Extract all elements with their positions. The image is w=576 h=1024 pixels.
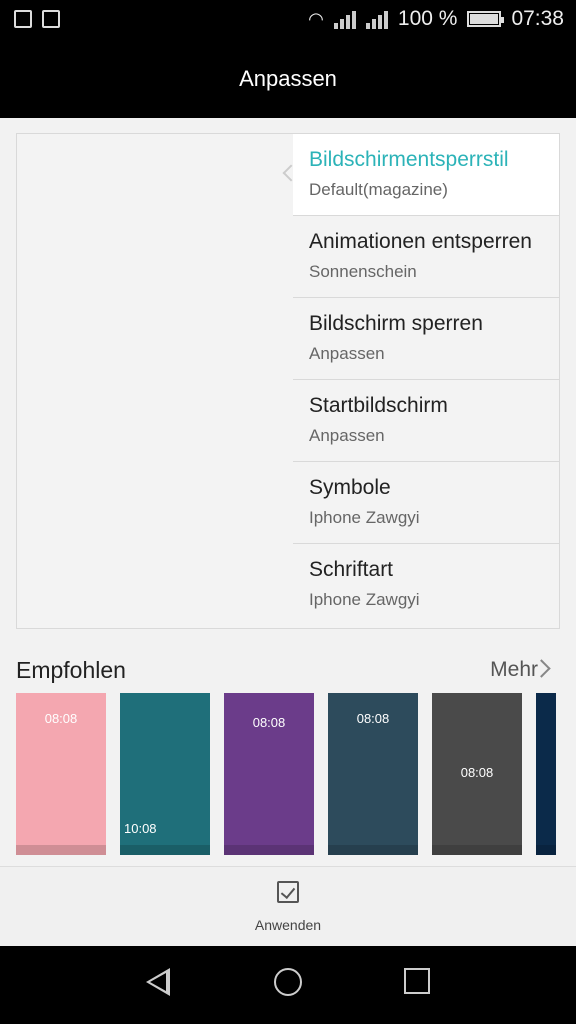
thumbnail-bar bbox=[224, 845, 314, 855]
menu-item-font[interactable]: Schriftart Iphone Zawgyi bbox=[293, 544, 559, 626]
menu-item-title: Schriftart bbox=[309, 558, 394, 581]
recents-icon[interactable] bbox=[404, 968, 430, 994]
menu-item-value: Anpassen bbox=[309, 426, 385, 445]
battery-icon bbox=[467, 11, 505, 27]
wifi-icon: ◠ bbox=[308, 8, 324, 29]
customize-panel: Bildschirmentsperrstil Default(magazine)… bbox=[16, 133, 560, 629]
menu-item-home-screen[interactable]: Startbildschirm Anpassen bbox=[293, 380, 559, 462]
theme-thumbnail[interactable] bbox=[536, 693, 556, 855]
navigation-bar bbox=[0, 946, 576, 1024]
menu-item-title: Animationen entsperren bbox=[309, 230, 532, 253]
status-bar: ◠ 100 % 07:38 bbox=[0, 0, 576, 40]
menu-item-value: Anpassen bbox=[309, 344, 385, 363]
status-time: 07:38 bbox=[511, 7, 564, 30]
battery-percent: 100 % bbox=[397, 7, 458, 30]
signal-icon bbox=[365, 9, 388, 29]
menu-item-unlock-animation[interactable]: Animationen entsperren Sonnenschein bbox=[293, 216, 559, 298]
page-title: Anpassen bbox=[0, 40, 576, 118]
facebook-icon bbox=[14, 10, 32, 28]
menu-item-lockscreen-style[interactable]: Bildschirmentsperrstil Default(magazine) bbox=[293, 134, 559, 216]
thumbnail-bar bbox=[536, 845, 556, 855]
thumbnail-time: 10:08 bbox=[124, 821, 157, 836]
bottom-toolbar: Anwenden bbox=[0, 866, 576, 946]
menu-item-value: Default(magazine) bbox=[309, 180, 448, 199]
thumbnail-time: 08:08 bbox=[356, 711, 390, 726]
more-link[interactable]: Mehr bbox=[490, 658, 538, 682]
theme-thumbnail[interactable]: 08:08 bbox=[328, 693, 418, 855]
menu-item-value: Iphone Zawgyi bbox=[309, 508, 420, 527]
theme-thumbnail[interactable]: 10:08 bbox=[120, 693, 210, 855]
home-icon[interactable] bbox=[274, 968, 302, 996]
thumbnail-time: 08:08 bbox=[44, 711, 78, 726]
recommended-heading: Empfohlen bbox=[16, 657, 126, 683]
menu-item-lock-screen[interactable]: Bildschirm sperren Anpassen bbox=[293, 298, 559, 380]
menu-item-title: Bildschirm sperren bbox=[309, 312, 483, 335]
settings-menu: Bildschirmentsperrstil Default(magazine)… bbox=[293, 134, 559, 626]
theme-thumbnail[interactable]: 08:08 bbox=[224, 693, 314, 855]
menu-item-value: Sonnenschein bbox=[309, 262, 417, 281]
menu-item-icons[interactable]: Symbole Iphone Zawgyi bbox=[293, 462, 559, 544]
theme-carousel[interactable]: 08:08 10:08 08:08 08:08 08:08 bbox=[16, 693, 576, 855]
thumbnail-bar bbox=[328, 845, 418, 855]
theme-thumbnail[interactable]: 08:08 bbox=[16, 693, 106, 855]
menu-item-title: Bildschirmentsperrstil bbox=[309, 148, 509, 171]
checkbox-icon bbox=[277, 881, 299, 903]
back-icon[interactable] bbox=[146, 968, 170, 996]
thumbnail-bar bbox=[120, 845, 210, 855]
apply-label: Anwenden bbox=[254, 917, 322, 933]
thumbnail-time: 08:08 bbox=[252, 715, 286, 730]
theme-thumbnail[interactable]: 08:08 bbox=[432, 693, 522, 855]
apply-button[interactable]: Anwenden bbox=[248, 881, 328, 933]
gallery-icon bbox=[42, 10, 60, 28]
thumbnail-bar bbox=[16, 845, 106, 855]
preview-area bbox=[17, 134, 293, 628]
thumbnail-bar bbox=[432, 845, 522, 855]
menu-item-title: Symbole bbox=[309, 476, 391, 499]
thumbnail-time: 08:08 bbox=[460, 765, 494, 780]
menu-item-value: Iphone Zawgyi bbox=[309, 590, 420, 609]
signal-icon bbox=[333, 9, 356, 29]
menu-item-title: Startbildschirm bbox=[309, 394, 448, 417]
